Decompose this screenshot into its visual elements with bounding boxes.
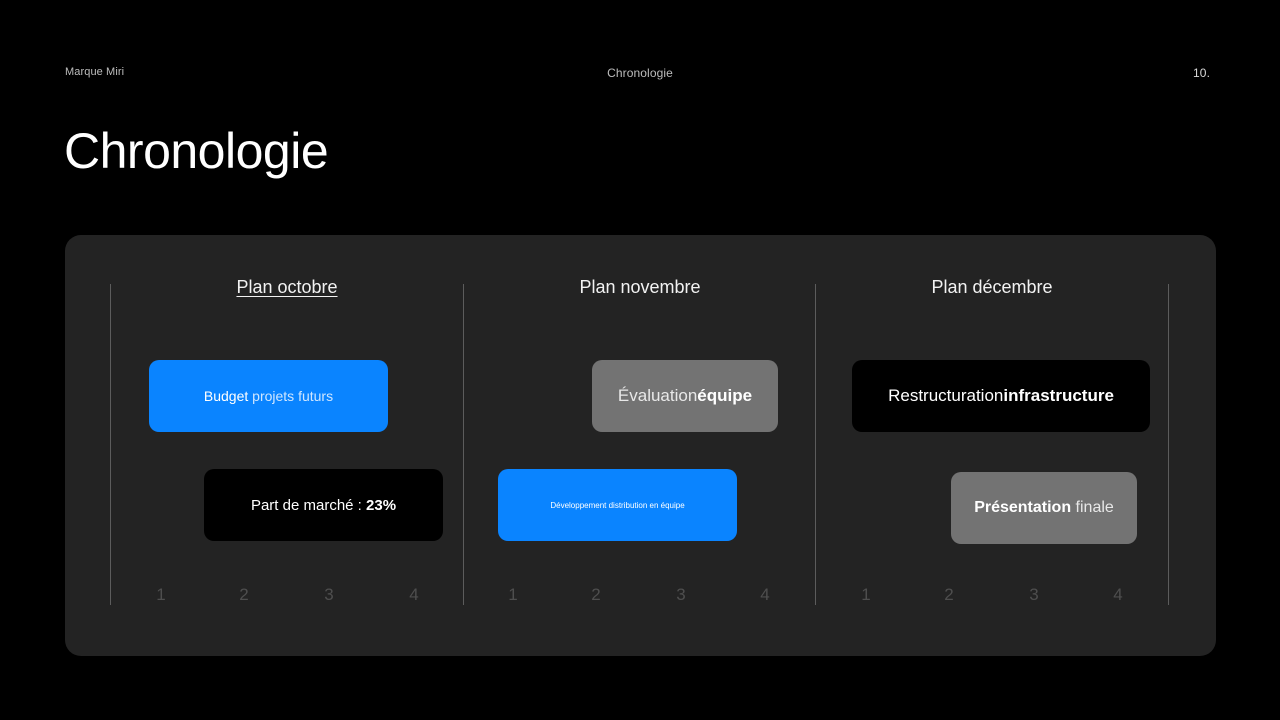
- section-label: Chronologie: [607, 66, 673, 80]
- week-number: 2: [239, 585, 249, 604]
- task-label: infrastructure: [1003, 386, 1114, 405]
- task-bar-distribution[interactable]: Développement distribution en équipe: [498, 469, 737, 541]
- task-label: Restructuration: [888, 386, 1004, 405]
- task-label: Développement distribution en équipe: [550, 500, 685, 510]
- week-number: 1: [861, 585, 871, 604]
- task-label: Part de marché :: [250, 496, 367, 514]
- month-heading-december: Plan décembre: [816, 277, 1168, 298]
- week-number: 4: [1113, 585, 1123, 604]
- week-number: 1: [156, 585, 166, 604]
- task-bar-market-share[interactable]: Part de marché : 23%: [204, 469, 443, 541]
- month-heading-november: Plan novembre: [464, 277, 816, 298]
- task-bar-budget[interactable]: Budget projets futurs: [149, 360, 388, 432]
- week-number: 3: [676, 585, 686, 604]
- task-label: finale: [1071, 499, 1114, 516]
- task-value: 23%: [366, 496, 397, 514]
- page-number: 10.: [1193, 66, 1210, 80]
- month-heading-october[interactable]: Plan octobre: [111, 277, 463, 298]
- task-bar-presentation[interactable]: Présentation finale: [951, 472, 1137, 544]
- column-divider: [110, 284, 111, 605]
- timeline-panel: Plan octobre Plan novembre Plan décembre…: [65, 235, 1216, 656]
- week-number: 4: [409, 585, 419, 604]
- task-label: Budget: [203, 388, 249, 404]
- task-bar-restructuration[interactable]: Restructuration infrastructure: [852, 360, 1150, 432]
- task-label: Présentation: [974, 499, 1072, 516]
- week-number: 3: [324, 585, 334, 604]
- week-number: 1: [508, 585, 518, 604]
- task-label: équipe: [697, 386, 753, 405]
- page-title: Chronologie: [64, 123, 329, 179]
- week-number: 2: [591, 585, 601, 604]
- week-number: 2: [944, 585, 954, 604]
- task-bar-evaluation[interactable]: Évaluation équipe: [592, 360, 778, 432]
- task-label: Évaluation: [617, 386, 698, 405]
- month-heading-label: Plan octobre: [236, 277, 338, 297]
- column-divider: [463, 284, 464, 605]
- column-divider: [1168, 284, 1169, 605]
- week-number: 3: [1029, 585, 1039, 604]
- month-heading-label: Plan décembre: [931, 277, 1053, 297]
- column-divider: [815, 284, 816, 605]
- month-heading-label: Plan novembre: [579, 277, 701, 297]
- task-label: projets futurs: [248, 388, 334, 404]
- week-number: 4: [760, 585, 770, 604]
